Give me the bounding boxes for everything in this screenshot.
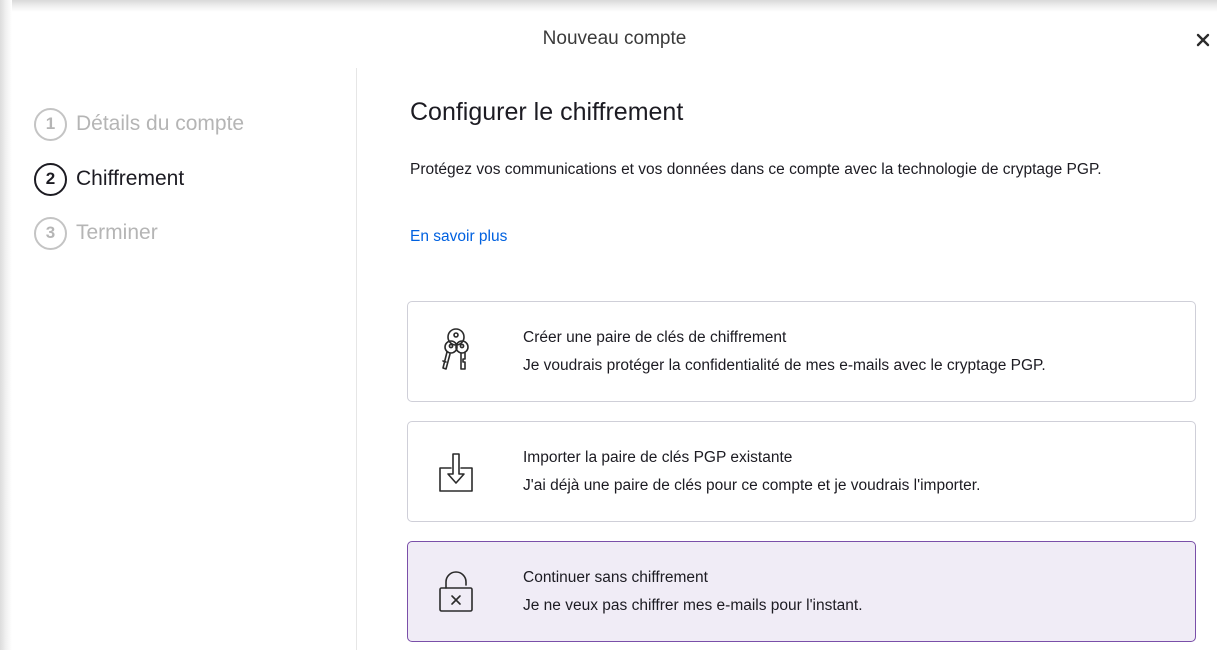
import-keypair-option[interactable]: Importer la paire de clés PGP existante … — [407, 421, 1196, 522]
close-button[interactable] — [1189, 26, 1217, 54]
option-title: Continuer sans chiffrement — [523, 569, 708, 586]
option-subtitle: Je ne veux pas chiffrer mes e-mails pour… — [523, 597, 863, 614]
unlocked-padlock-icon — [434, 566, 478, 616]
option-subtitle: J'ai déjà une paire de clés pour ce comp… — [523, 477, 981, 494]
import-icon — [434, 446, 478, 496]
steps-sidebar: 1 Détails du compte 2 Chiffrement 3 Term… — [12, 68, 357, 650]
option-title: Créer une paire de clés de chiffrement — [523, 329, 787, 346]
new-account-dialog: Nouveau compte 1 Détails du compte 2 Chi… — [12, 12, 1217, 650]
dialog-titlebar: Nouveau compte — [12, 12, 1217, 68]
window-shadow-top — [0, 0, 1217, 12]
dialog-title: Nouveau compte — [542, 28, 687, 49]
learn-more-link[interactable]: En savoir plus — [410, 228, 507, 246]
create-keypair-option[interactable]: Créer une paire de clés de chiffrement J… — [407, 301, 1196, 402]
page-description: Protégez vos communications et vos donné… — [410, 161, 1102, 178]
step-finish: 3 Terminer — [34, 214, 158, 252]
continue-without-encryption-option[interactable]: Continuer sans chiffrement Je ne veux pa… — [407, 541, 1196, 642]
option-subtitle: Je voudrais protéger la confidentialité … — [523, 357, 1046, 374]
step-number: 1 — [34, 107, 67, 141]
step-label: Terminer — [76, 221, 158, 244]
page-title: Configurer le chiffrement — [410, 98, 684, 126]
step-encryption: 2 Chiffrement — [34, 160, 184, 198]
step-number: 3 — [34, 216, 67, 250]
keys-icon — [434, 326, 478, 376]
window-shadow-left — [0, 0, 12, 650]
step-account-details: 1 Détails du compte — [34, 105, 244, 143]
step-number: 2 — [34, 162, 67, 196]
step-label: Détails du compte — [76, 112, 245, 135]
main-panel: Configurer le chiffrement Protégez vos c… — [357, 68, 1217, 650]
close-icon — [1196, 33, 1210, 47]
option-title: Importer la paire de clés PGP existante — [523, 449, 793, 466]
step-label: Chiffrement — [76, 167, 185, 190]
